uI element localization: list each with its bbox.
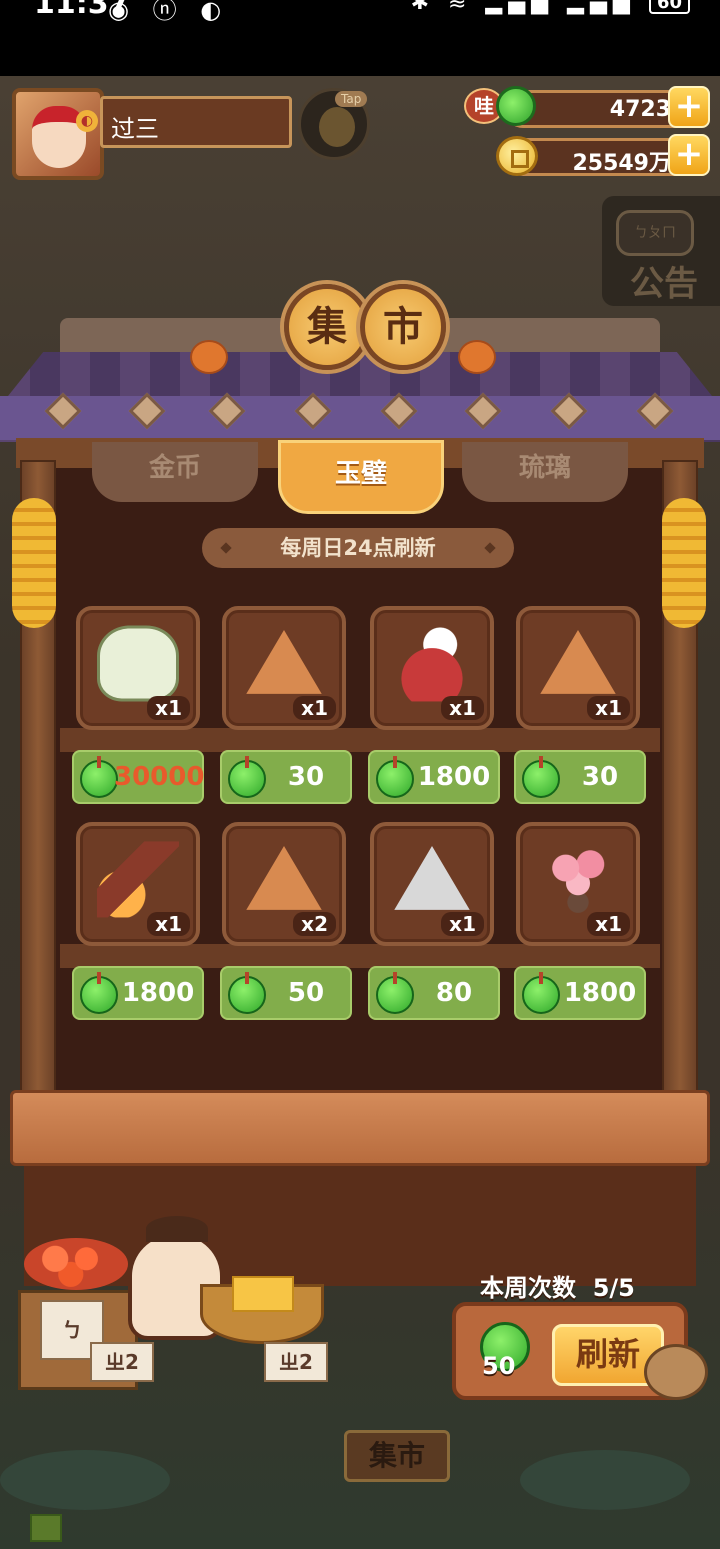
silver-token-icon bbox=[394, 846, 470, 910]
week-count-value: 5/5 bbox=[592, 1274, 635, 1302]
notice-bubble: ㄅㄆㄇ bbox=[616, 210, 694, 256]
player-name-plate: 过三 bbox=[100, 96, 292, 148]
buy-button-8[interactable]: 1800 bbox=[514, 966, 646, 1020]
battery-icon: 60 bbox=[648, 0, 690, 14]
buy-button-5[interactable]: 1800 bbox=[72, 966, 204, 1020]
persimmon-icon bbox=[190, 340, 228, 374]
item-price: 30000 bbox=[114, 762, 205, 792]
shop-item-1[interactable]: x1 bbox=[76, 606, 200, 730]
bronze-token-icon bbox=[246, 846, 322, 910]
tab-jade[interactable]: 玉璧 bbox=[278, 440, 444, 514]
player-name: 过三 bbox=[111, 115, 159, 143]
jade-icon bbox=[80, 756, 118, 798]
item-price: 1800 bbox=[121, 978, 195, 1008]
shop-item-2[interactable]: x1 bbox=[222, 606, 346, 730]
corn-decoration-icon bbox=[12, 498, 56, 628]
tab-gold-coin[interactable]: 金币 bbox=[92, 442, 258, 502]
buy-button-3[interactable]: 1800 bbox=[368, 750, 500, 804]
bird-flower-icon bbox=[391, 625, 473, 702]
tap-button[interactable]: Tap bbox=[298, 88, 370, 160]
shop-item-7[interactable]: x1 bbox=[370, 822, 494, 946]
weekly-refresh-count: 本周次数 5/5 bbox=[480, 1268, 635, 1303]
stall-counter bbox=[10, 1090, 710, 1166]
item-price: 80 bbox=[435, 978, 473, 1008]
tab-glaze[interactable]: 琉璃 bbox=[462, 442, 628, 502]
jade-icon bbox=[80, 972, 118, 1014]
jade-icon bbox=[522, 972, 560, 1014]
persimmon-icon bbox=[458, 340, 496, 374]
jade-icon bbox=[376, 756, 414, 798]
shelf-row-1 bbox=[60, 728, 660, 752]
item-qty: x1 bbox=[147, 696, 190, 720]
shop-item-8[interactable]: x1 bbox=[516, 822, 640, 946]
item-price: 1800 bbox=[417, 762, 491, 792]
fruit-pile-icon bbox=[24, 1238, 128, 1290]
corn-decoration-icon bbox=[662, 498, 706, 628]
shelf-row-2 bbox=[60, 944, 660, 968]
item-qty: x1 bbox=[587, 696, 630, 720]
item-price: 50 bbox=[287, 978, 325, 1008]
avatar-badge-icon: ◐ bbox=[76, 110, 98, 132]
shop-item-4[interactable]: x1 bbox=[516, 606, 640, 730]
jade-icon bbox=[228, 972, 266, 1014]
bronze-token-icon bbox=[246, 630, 322, 694]
stall-roof-edge bbox=[0, 396, 720, 440]
item-qty: x1 bbox=[441, 912, 484, 936]
stall-sign-left: 集 bbox=[284, 284, 370, 370]
cheese-icon bbox=[232, 1276, 294, 1312]
item-qty: x1 bbox=[587, 912, 630, 936]
lily-pad bbox=[0, 1450, 170, 1510]
price-tag: ㄓ2 bbox=[264, 1342, 328, 1382]
status-bar: 11:37 ◉ ⓝ ◐ ✱ ≋ ▂▄▆ ▂▄▆ 60 bbox=[0, 0, 720, 76]
add-coin-button[interactable]: + bbox=[668, 134, 710, 176]
notice-button[interactable]: ㄅㄆㄇ 公告 bbox=[602, 196, 720, 306]
tap-label: Tap bbox=[335, 91, 368, 107]
jade-icon bbox=[522, 756, 560, 798]
item-qty: x1 bbox=[441, 696, 484, 720]
item-qty: x2 bbox=[293, 912, 336, 936]
stall-sign-right: 市 bbox=[360, 284, 446, 370]
buy-button-6[interactable]: 50 bbox=[220, 966, 352, 1020]
item-price: 30 bbox=[581, 762, 619, 792]
small-square-icon bbox=[30, 1514, 62, 1542]
shop-item-6[interactable]: x2 bbox=[222, 822, 346, 946]
refresh-cost: 50 bbox=[482, 1352, 516, 1380]
price-tag: ㄓ2 bbox=[90, 1342, 154, 1382]
week-count-label: 本周次数 bbox=[480, 1274, 576, 1302]
jade-icon bbox=[228, 756, 266, 798]
item-qty: x1 bbox=[293, 696, 336, 720]
flower-bouquet-icon bbox=[537, 841, 619, 918]
player-avatar[interactable]: ◐ bbox=[12, 88, 104, 180]
item-price: 1800 bbox=[563, 978, 637, 1008]
vendor-hat bbox=[146, 1216, 208, 1242]
pet-character-icon bbox=[644, 1344, 708, 1400]
buy-button-7[interactable]: 80 bbox=[368, 966, 500, 1020]
item-price: 30 bbox=[287, 762, 325, 792]
coin-amount: 25549万 bbox=[572, 151, 671, 176]
coin-icon bbox=[496, 136, 538, 176]
jade-icon bbox=[376, 972, 414, 1014]
green-sprite-icon bbox=[97, 625, 179, 702]
item-qty: x1 bbox=[147, 912, 190, 936]
weekly-refresh-note: 每周日24点刷新 bbox=[202, 528, 514, 568]
brush-icon bbox=[97, 841, 179, 918]
market-sign: 集市 bbox=[344, 1430, 450, 1482]
buy-button-2[interactable]: 30 bbox=[220, 750, 352, 804]
tap-character-icon bbox=[319, 107, 355, 147]
add-jade-button[interactable]: + bbox=[668, 86, 710, 128]
buy-button-1[interactable]: 30000 bbox=[72, 750, 204, 804]
status-icons-left: ◉ ⓝ ◐ bbox=[108, 0, 230, 24]
bronze-token-icon bbox=[540, 630, 616, 694]
shop-item-3[interactable]: x1 bbox=[370, 606, 494, 730]
status-icons-right: ✱ ≋ ▂▄▆ ▂▄▆ 60 bbox=[411, 0, 690, 15]
shop-item-5[interactable]: x1 bbox=[76, 822, 200, 946]
notice-label: 公告 bbox=[630, 264, 698, 304]
jade-icon bbox=[496, 86, 536, 126]
lily-pad bbox=[520, 1450, 690, 1510]
jade-amount: 4723 bbox=[609, 97, 671, 122]
buy-button-4[interactable]: 30 bbox=[514, 750, 646, 804]
